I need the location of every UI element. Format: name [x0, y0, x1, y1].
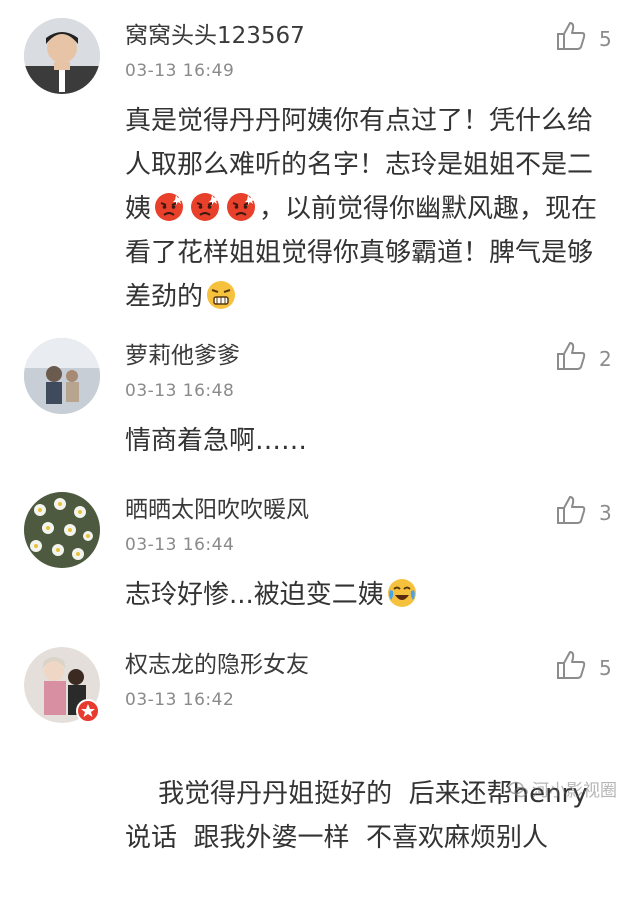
thumbs-up-icon	[557, 496, 586, 524]
like-button[interactable]: 5	[555, 20, 627, 54]
laugh-cry-face-icon	[387, 579, 416, 607]
like-count: 2	[599, 347, 612, 371]
comment-item: 窝窝头头123567 03-13 16:49 5 真是觉得丹丹阿姨你有点过了！凭…	[0, 0, 640, 321]
timestamp: 03-13 16:44	[125, 535, 235, 555]
timestamp: 03-13 16:48	[125, 381, 235, 401]
thumbs-up-icon	[557, 651, 586, 679]
username[interactable]: 萝莉他爹爹	[125, 336, 240, 370]
watermark: 河小影视圈	[508, 776, 617, 801]
comment-item: 晒晒太阳吹吹暖风 03-13 16:44 3 志玲好惨...被迫变二姨	[0, 474, 640, 630]
like-count: 5	[599, 656, 612, 680]
thumbs-up-icon	[557, 22, 586, 50]
angry-face-icon	[227, 193, 256, 221]
like-count: 3	[599, 501, 612, 525]
avatar[interactable]	[24, 647, 100, 723]
avatar[interactable]	[24, 492, 100, 568]
watermark-text: 河小影视圈	[532, 781, 617, 801]
angry-face-icon	[155, 193, 184, 221]
comment-text: 情商着急啊……	[125, 419, 610, 463]
like-button[interactable]: 2	[555, 340, 627, 374]
username[interactable]: 权志龙的隐形女友	[125, 645, 309, 679]
timestamp: 03-13 16:42	[125, 690, 235, 710]
comment-text-part: 情商着急啊……	[125, 426, 308, 456]
grimace-face-icon	[207, 281, 236, 309]
comment-item: 萝莉他爹爹 03-13 16:48 2 情商着急啊……	[0, 320, 640, 475]
angry-face-icon	[191, 193, 220, 221]
thumbs-up-icon	[557, 342, 586, 370]
avatar[interactable]	[24, 338, 100, 414]
comment-text-part: 志玲好惨...被迫变二姨	[125, 580, 384, 610]
like-count: 5	[599, 27, 612, 51]
comment-text: 真是觉得丹丹阿姨你有点过了！凭什么给人取那么难听的名字！志玲是姐姐不是二姨 ，以前…	[125, 99, 610, 319]
like-button[interactable]: 5	[555, 649, 627, 683]
comment-text: 我觉得丹丹姐挺好的 后来还帮henry说话 跟我外婆一样 不喜欢麻烦别人	[125, 728, 610, 904]
avatar[interactable]	[24, 18, 100, 94]
like-button[interactable]: 3	[555, 494, 627, 528]
verified-badge-icon	[76, 699, 100, 723]
username[interactable]: 窝窝头头123567	[125, 16, 305, 50]
comment-text: 志玲好惨...被迫变二姨	[125, 573, 610, 617]
timestamp: 03-13 16:49	[125, 61, 235, 81]
username[interactable]: 晒晒太阳吹吹暖风	[125, 490, 309, 524]
wechat-logo-icon	[508, 781, 528, 798]
